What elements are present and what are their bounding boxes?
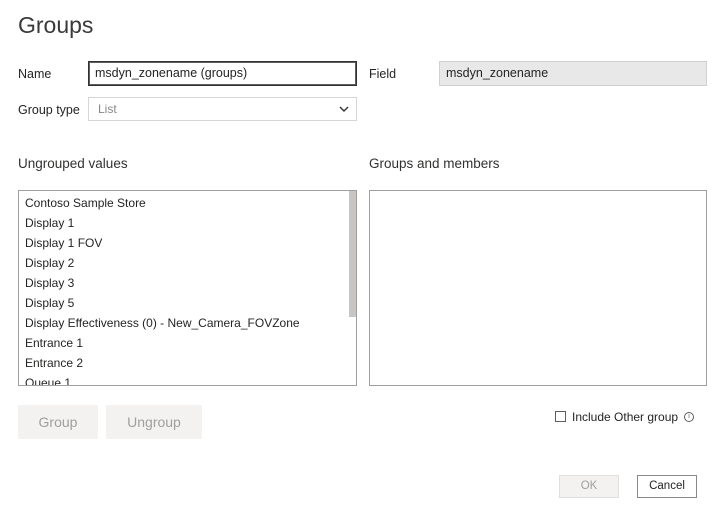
ungrouped-values-heading: Ungrouped values	[18, 156, 128, 171]
include-other-checkbox[interactable]	[555, 411, 566, 422]
name-label: Name	[18, 67, 52, 81]
list-item[interactable]: Display 3	[19, 273, 356, 293]
list-scrollbar-thumb[interactable]	[349, 191, 356, 317]
field-label: Field	[369, 67, 397, 81]
info-icon[interactable]: i	[684, 412, 694, 422]
group-type-select[interactable]: List	[88, 97, 357, 121]
field-readonly-value: msdyn_zonename	[439, 61, 707, 86]
include-other-label: Include Other group	[572, 410, 679, 424]
list-item[interactable]: Entrance 1	[19, 333, 356, 353]
list-item[interactable]: Display 5	[19, 293, 356, 313]
groups-and-members-list[interactable]	[369, 190, 707, 386]
ungroup-button[interactable]: Ungroup	[106, 405, 202, 439]
group-button[interactable]: Group	[18, 405, 98, 439]
ok-button[interactable]: OK	[559, 475, 619, 498]
list-item[interactable]: Entrance 2	[19, 353, 356, 373]
ungrouped-values-list[interactable]: Contoso Sample Store Display 1 Display 1…	[18, 190, 357, 386]
list-item[interactable]: Display Effectiveness (0) - New_Camera_F…	[19, 313, 356, 333]
cancel-button[interactable]: Cancel	[637, 475, 697, 498]
list-item[interactable]: Queue 1	[19, 373, 356, 385]
list-item[interactable]: Display 2	[19, 253, 356, 273]
group-type-label: Group type	[18, 103, 80, 117]
chevron-down-icon	[339, 106, 349, 112]
list-item[interactable]: Display 1	[19, 213, 356, 233]
dialog-title: Groups	[18, 12, 94, 38]
name-input[interactable]: msdyn_zonename (groups)	[88, 61, 357, 86]
groups-and-members-heading: Groups and members	[369, 156, 500, 171]
list-item[interactable]: Display 1 FOV	[19, 233, 356, 253]
group-type-value: List	[98, 102, 117, 116]
list-item[interactable]: Contoso Sample Store	[19, 193, 356, 213]
